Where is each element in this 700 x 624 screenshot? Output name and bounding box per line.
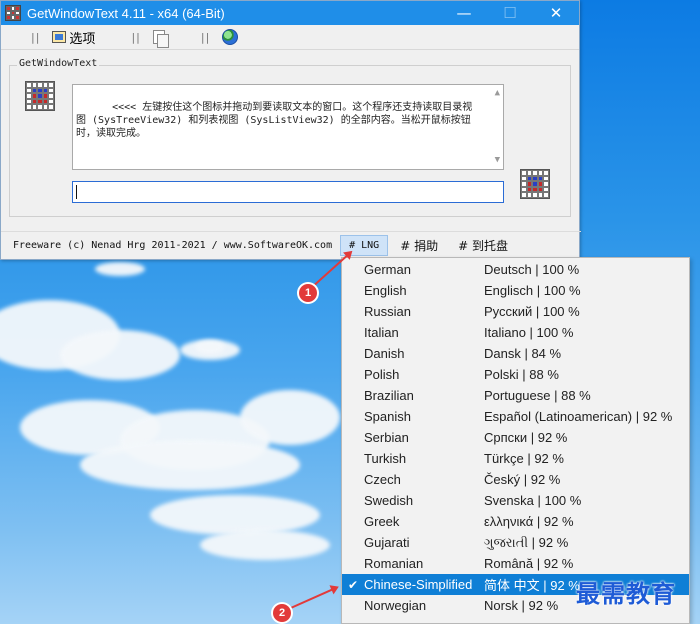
language-item-swedish[interactable]: Swedish Svenska | 100 % — [342, 490, 689, 511]
globe-icon — [222, 29, 239, 45]
language-item-romanian[interactable]: Romanian Română | 92 % — [342, 553, 689, 574]
options-icon — [52, 31, 67, 43]
watermark-text: 最需教育 — [576, 580, 676, 608]
getwindowtext-group: GetWindowText <<<< 左键按住这个图标并拖动到要读取文本的窗口。… — [9, 58, 571, 217]
instructions-text: <<<< 左键按住这个图标并拖动到要读取文本的窗口。这个程序还支持读取目录视图 … — [76, 102, 473, 139]
language-item-italian[interactable]: Italian Italiano | 100 % — [342, 322, 689, 343]
instructions-textarea[interactable]: <<<< 左键按住这个图标并拖动到要读取文本的窗口。这个程序还支持读取目录视图 … — [72, 84, 504, 170]
status-bar: Freeware (c) Nenad Hrg 2011-2021 / www.S… — [1, 231, 581, 259]
maximize-button[interactable]: ☐ — [487, 1, 533, 25]
language-item-serbian[interactable]: Serbian Српски | 92 % — [342, 427, 689, 448]
text-output-field[interactable] — [72, 181, 504, 203]
toolbar-separator: || — [131, 30, 141, 44]
language-item-brazilian[interactable]: Brazilian Portuguese | 88 % — [342, 385, 689, 406]
getwindowtext-window: GetWindowText 4.11 - x64 (64-Bit) — ☐ ✕ … — [0, 0, 581, 260]
toolbar-separator: || — [200, 30, 211, 44]
language-item-czech[interactable]: Czech Český | 92 % — [342, 469, 689, 490]
cloud — [240, 390, 340, 445]
finder-tool-icon-2[interactable] — [520, 169, 550, 199]
language-menu: German Deutsch | 100 % English Englisch … — [341, 257, 690, 624]
donate-button[interactable]: # 捐助 — [392, 233, 446, 258]
cloud — [195, 340, 225, 354]
website-button[interactable] — [222, 29, 239, 45]
language-item-turkish[interactable]: Turkish Türkçe | 92 % — [342, 448, 689, 469]
options-label: 选项 — [69, 31, 96, 47]
copy-icon — [152, 30, 169, 48]
checkmark-icon: ✔ — [347, 577, 359, 592]
language-item-spanish[interactable]: Spanish Español (Latinoamerican) | 92 % — [342, 406, 689, 427]
app-icon — [5, 5, 21, 21]
options-button[interactable]: 选项 — [52, 28, 95, 47]
toolbar-separator: || — [31, 30, 41, 44]
annotation-badge-1: 1 — [299, 284, 317, 302]
language-item-german[interactable]: German Deutsch | 100 % — [342, 259, 689, 280]
finder-tool-icon[interactable] — [25, 81, 55, 111]
close-button[interactable]: ✕ — [533, 1, 579, 25]
scroll-down-icon[interactable]: ▼ — [495, 154, 500, 167]
minimize-button[interactable]: — — [441, 1, 487, 25]
language-item-russian[interactable]: Russian Русский | 100 % — [342, 301, 689, 322]
window-title: GetWindowText 4.11 - x64 (64-Bit) — [27, 5, 225, 21]
language-item-english[interactable]: English Englisch | 100 % — [342, 280, 689, 301]
text-caret — [76, 185, 77, 199]
cloud — [200, 530, 330, 560]
group-label: GetWindowText — [17, 58, 100, 69]
cloud — [150, 495, 320, 535]
toolbar: || 选项 || || — [1, 25, 579, 50]
title-bar[interactable]: GetWindowText 4.11 - x64 (64-Bit) — ☐ ✕ — [1, 1, 579, 25]
cloud — [80, 440, 300, 490]
scroll-up-icon[interactable]: ▲ — [495, 87, 500, 100]
cloud — [60, 330, 180, 380]
annotation-badge-2: 2 — [273, 604, 291, 622]
to-tray-button[interactable]: # 到托盘 — [450, 233, 516, 258]
language-item-danish[interactable]: Danish Dansk | 84 % — [342, 343, 689, 364]
freeware-link[interactable]: Freeware (c) Nenad Hrg 2011-2021 / www.S… — [13, 240, 332, 251]
language-item-polish[interactable]: Polish Polski | 88 % — [342, 364, 689, 385]
cloud — [95, 262, 145, 276]
language-item-gujarati[interactable]: Gujarati ગુજરાતી | 92 % — [342, 532, 689, 553]
copy-button[interactable] — [152, 30, 169, 48]
language-item-greek[interactable]: Greek ελληνικά | 92 % — [342, 511, 689, 532]
